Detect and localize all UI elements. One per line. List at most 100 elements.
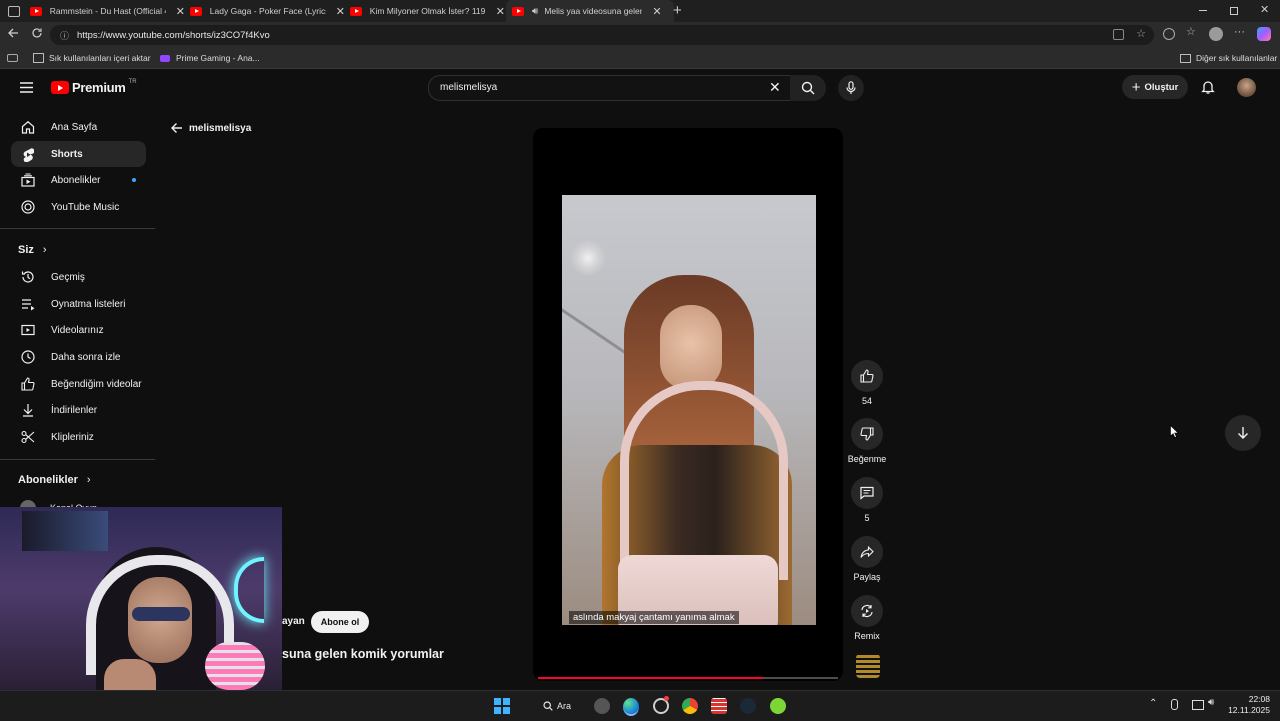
youtube-favicon-icon — [350, 6, 362, 16]
sidebar-item-subscriptions[interactable]: Abonelikler — [11, 167, 146, 193]
arrow-left-icon — [171, 123, 182, 133]
back-icon[interactable] — [7, 27, 19, 39]
voice-search-button[interactable] — [838, 75, 864, 101]
chrome-icon[interactable] — [682, 698, 698, 714]
close-icon[interactable]: ✕ — [336, 5, 345, 18]
extensions-icon[interactable] — [1163, 28, 1175, 40]
dislike-button[interactable]: Beğenme — [846, 418, 888, 464]
display-tray-icon[interactable] — [1192, 700, 1204, 710]
sidebar-item-label: Klipleriniz — [51, 431, 94, 443]
sidebar-item-watch-later[interactable]: Daha sonra izle — [11, 344, 146, 370]
copilot-icon[interactable] — [1257, 27, 1271, 41]
clock[interactable]: 22:08 12.11.2025 — [1226, 694, 1270, 716]
task-view-icon[interactable] — [594, 698, 610, 714]
browser-tab-active[interactable]: 🔊︎ Melis yaa videosuna gelen k ✕ — [506, 0, 674, 22]
browser-tab[interactable]: Rammstein - Du Hast (Official 4K ✕ — [30, 0, 185, 22]
bookmark-item[interactable]: Prime Gaming - Ana... — [160, 53, 260, 63]
system-tray-chevron-icon[interactable]: ⌃ — [1149, 698, 1157, 709]
sound-thumbnail[interactable] — [856, 654, 880, 678]
volume-tray-icon[interactable]: 🔊︎ — [1208, 697, 1214, 708]
sidebar-item-label: Abonelikler — [51, 174, 101, 186]
minimize-icon[interactable] — [1199, 10, 1207, 11]
game-launcher-icon[interactable] — [770, 698, 786, 714]
close-icon[interactable]: ✕ — [176, 5, 185, 18]
remix-button[interactable]: Remix — [849, 595, 885, 641]
clear-search-icon[interactable]: ✕ — [769, 79, 781, 96]
sidebar-item-label: Videolarınız — [51, 324, 104, 336]
account-avatar[interactable] — [1237, 78, 1256, 97]
video-frame: aslında makyaj çantamı yanıma almak — [562, 195, 816, 625]
sidebar-item-shorts[interactable]: Shorts — [11, 141, 146, 167]
import-icon — [33, 53, 44, 63]
create-button[interactable]: + Oluştur — [1122, 75, 1188, 99]
sidebar-item-liked-videos[interactable]: Beğendiğim videolar — [11, 371, 146, 397]
refresh-icon[interactable] — [31, 27, 43, 39]
start-menu-icon[interactable] — [494, 698, 510, 714]
section-subscriptions[interactable]: Abonelikler › — [18, 474, 91, 486]
woman-face — [660, 305, 722, 390]
microphone-icon — [846, 81, 856, 94]
tab-title: Lady Gaga - Poker Face (Lyrics) - — [209, 6, 326, 16]
profile-avatar-icon[interactable] — [1209, 27, 1223, 41]
downloads-icon — [20, 402, 36, 418]
site-info-icon[interactable]: ⓘ — [60, 29, 69, 42]
webcam-overlay — [0, 507, 282, 690]
wall-poster — [22, 511, 108, 551]
shorts-player[interactable]: aslında makyaj çantamı yanıma almak — [533, 128, 843, 681]
comments-button[interactable]: 5 — [849, 477, 885, 523]
game-app-icon[interactable] — [711, 698, 727, 714]
section-you[interactable]: Siz › — [18, 244, 47, 256]
taskbar-search[interactable]: Ara — [532, 697, 582, 715]
microphone-tray-icon[interactable] — [1171, 699, 1178, 710]
channel-name-fragment[interactable]: ayan — [282, 616, 305, 627]
notifications-icon[interactable] — [1200, 79, 1216, 95]
back-to-channel[interactable]: melismelisya — [170, 122, 251, 134]
hamburger-menu-icon[interactable] — [20, 82, 33, 93]
favorites-icon[interactable]: ☆ — [1186, 25, 1196, 38]
speaker-icon[interactable]: 🔊︎ — [532, 6, 538, 17]
notification-dot — [664, 696, 669, 701]
sidebar-item-youtube-music[interactable]: YouTube Music — [11, 194, 146, 220]
browser-tab[interactable]: Lady Gaga - Poker Face (Lyrics) - ✕ — [190, 0, 345, 22]
sidebar-item-home[interactable]: Ana Sayfa — [11, 114, 146, 140]
sidebar-item-downloads[interactable]: İndirilenler — [11, 397, 146, 423]
search-button[interactable] — [790, 75, 826, 101]
section-heading: Abonelikler — [18, 474, 78, 486]
share-label: Paylaş — [853, 572, 881, 582]
like-button[interactable]: 54 — [849, 360, 885, 406]
bookmark-item[interactable]: Sık kullanılanları içeri aktar — [33, 53, 151, 63]
new-tab-icon[interactable]: + — [673, 2, 682, 19]
sidebar-item-clips[interactable]: Klipleriniz — [11, 424, 146, 450]
progress-track[interactable] — [538, 677, 838, 679]
sidebar-item-history[interactable]: Geçmiş — [11, 264, 146, 290]
sidebar-toggle-icon[interactable] — [7, 54, 18, 62]
tab-actions-icon[interactable] — [8, 6, 20, 17]
share-button[interactable]: Paylaş — [849, 536, 885, 582]
arrow-down-icon — [1238, 427, 1248, 439]
sidebar-item-playlists[interactable]: Oynatma listeleri — [11, 291, 146, 317]
more-menu-icon[interactable]: ··· — [1234, 26, 1245, 38]
search-input[interactable]: melismelisya — [440, 82, 497, 93]
url-field[interactable]: ⓘ https://www.youtube.com/shorts/iz3CO7f… — [50, 25, 1154, 45]
sidebar-item-your-videos[interactable]: Videolarınız — [11, 317, 146, 343]
region-label: TR — [128, 78, 137, 85]
search-box[interactable]: melismelisya ✕ — [428, 75, 792, 101]
browser-tab[interactable]: Kim Milyoner Olmak İster? 1191. ✕ — [350, 0, 505, 22]
subscribe-button[interactable]: Abone ol — [311, 611, 369, 633]
progress-fill — [538, 677, 763, 679]
restore-icon[interactable] — [1230, 7, 1238, 15]
tab-title: Melis yaa videosuna gelen k — [544, 6, 643, 16]
favorite-star-icon[interactable]: ☆ — [1136, 27, 1146, 40]
close-icon[interactable]: ✕ — [496, 5, 505, 18]
bookmarks-bar: Sık kullanılanları içeri aktar Prime Gam… — [0, 48, 1280, 69]
brand-label: Premium — [72, 80, 126, 95]
other-bookmarks[interactable]: Diğer sık kullanılanlar — [1180, 53, 1277, 63]
window-close-icon[interactable]: ✕ — [1260, 3, 1269, 16]
edge-icon[interactable] — [623, 698, 639, 716]
next-short-button[interactable] — [1225, 415, 1261, 451]
steam-icon[interactable] — [740, 698, 756, 714]
close-icon[interactable]: ✕ — [652, 5, 661, 18]
chevron-right-icon: › — [42, 244, 47, 256]
youtube-logo[interactable]: Premium TR — [51, 78, 137, 95]
reader-view-icon[interactable] — [1113, 29, 1124, 40]
